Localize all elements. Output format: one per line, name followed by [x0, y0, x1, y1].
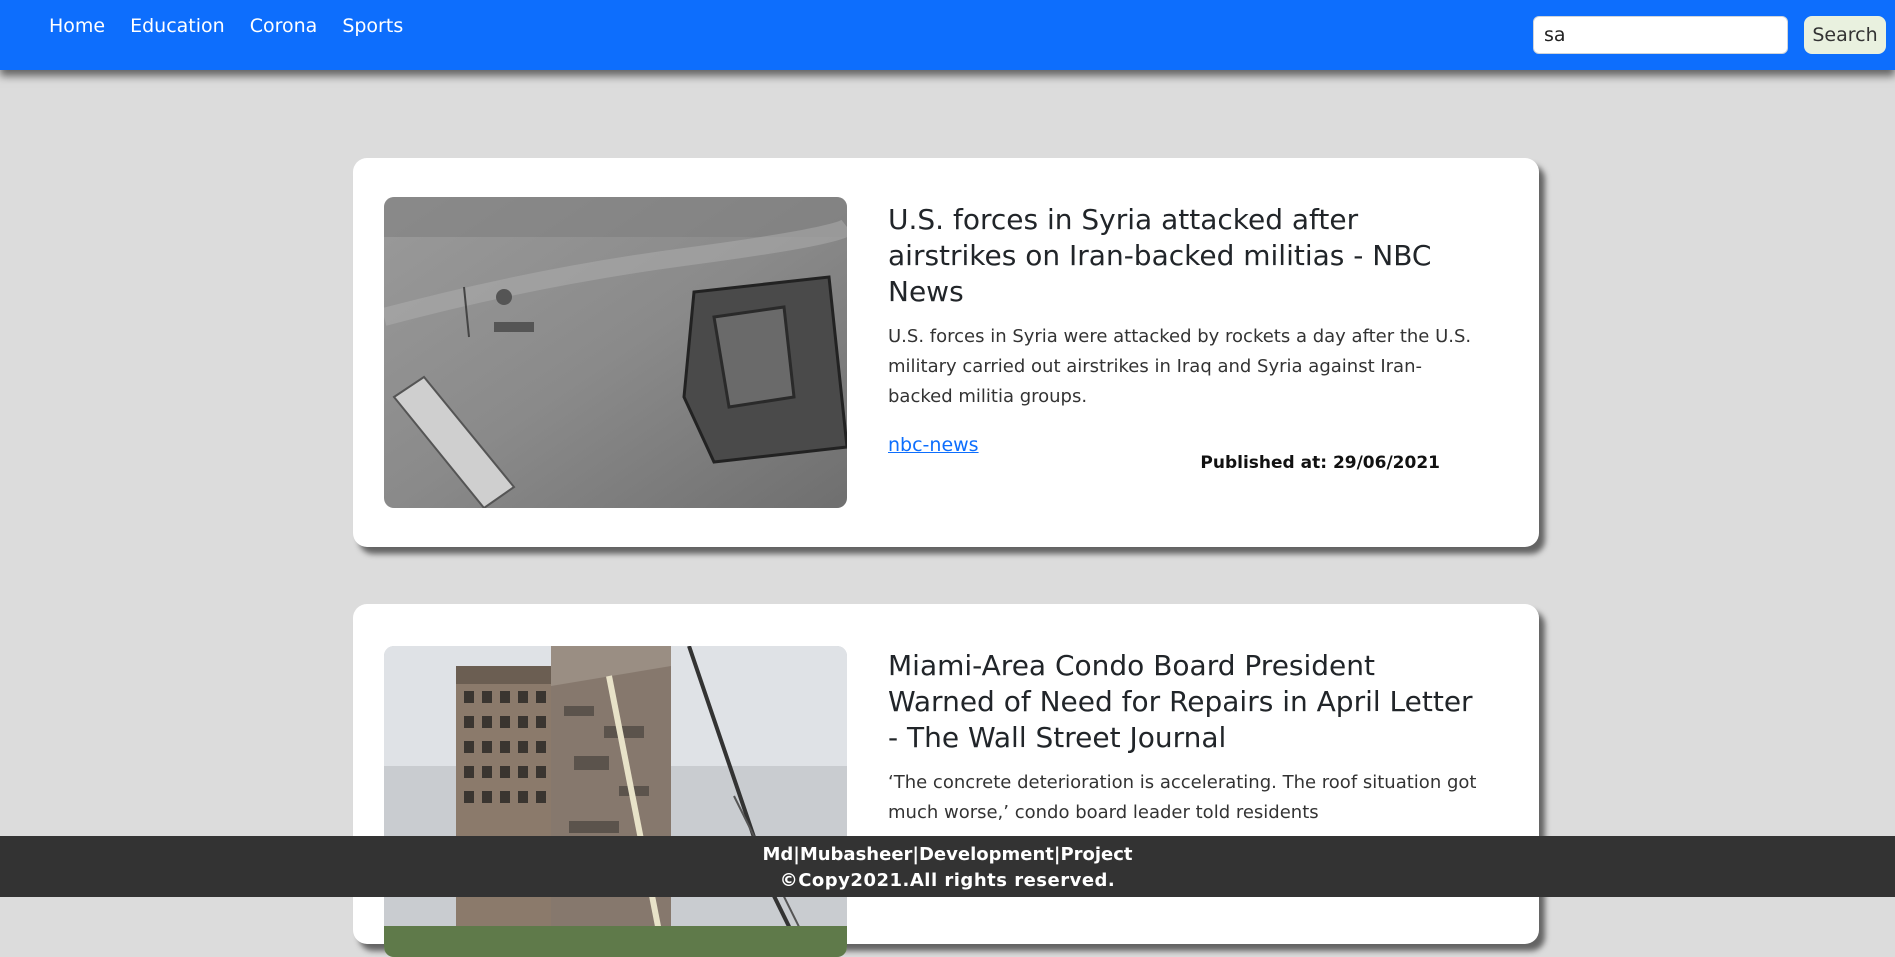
footer-copyright: ©Copy2021.All rights reserved. [779, 870, 1116, 891]
nav-link-sports[interactable]: Sports [342, 14, 403, 38]
navbar: Home Education Corona Sports Search [0, 0, 1895, 70]
footer-project-name: Md|Mubasheer|Development|Project [762, 844, 1133, 865]
footer: Md|Mubasheer|Development|Project ©Copy20… [0, 836, 1895, 897]
nav-link-corona[interactable]: Corona [250, 14, 318, 38]
published-date: Published at: 29/06/2021 [1200, 453, 1440, 473]
nav-links: Home Education Corona Sports [49, 14, 428, 38]
search-form: Search [1533, 16, 1886, 54]
nav-link-home[interactable]: Home [49, 14, 105, 38]
building-photo-image [384, 646, 847, 957]
news-body: Miami-Area Condo Board President Warned … [888, 648, 1478, 850]
news-card: U.S. forces in Syria attacked after airs… [353, 158, 1539, 547]
news-source-link[interactable]: nbc-news [888, 434, 979, 456]
news-image [384, 646, 847, 957]
aerial-photo-image [384, 197, 847, 508]
search-input[interactable] [1533, 16, 1788, 54]
nav-link-education[interactable]: Education [130, 14, 225, 38]
news-title: Miami-Area Condo Board President Warned … [888, 649, 1473, 754]
search-button[interactable]: Search [1804, 16, 1886, 54]
news-body: U.S. forces in Syria attacked after airs… [888, 202, 1478, 456]
news-description: ‘The concrete deterioration is accelerat… [888, 772, 1477, 823]
news-image [384, 197, 847, 508]
news-title: U.S. forces in Syria attacked after airs… [888, 203, 1432, 308]
news-description: U.S. forces in Syria were attacked by ro… [888, 326, 1472, 407]
